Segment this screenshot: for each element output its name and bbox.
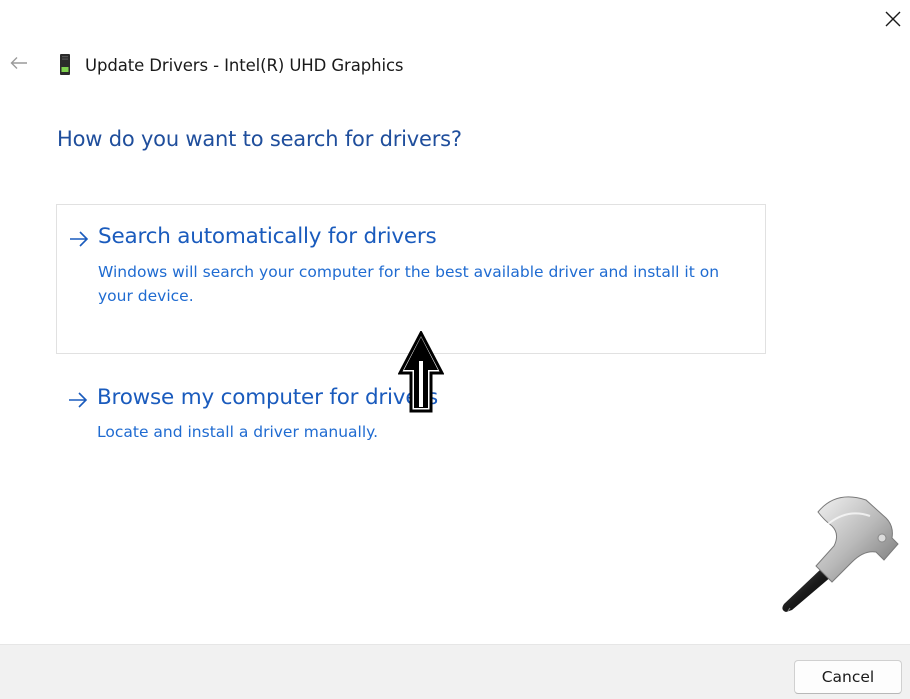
dialog-title: Update Drivers - Intel(R) UHD Graphics — [85, 55, 404, 75]
page-question: How do you want to search for drivers? — [57, 127, 462, 151]
option-description: Locate and install a driver manually. — [97, 423, 379, 441]
display-adapter-icon — [57, 53, 73, 77]
option-description: Windows will search your computer for th… — [98, 263, 720, 305]
arrow-right-icon — [70, 231, 89, 247]
up-arrow-annotation-icon — [398, 331, 444, 413]
hammer-logo-icon — [782, 496, 899, 612]
close-button[interactable] — [876, 4, 910, 34]
option-title: Search automatically for drivers — [98, 224, 437, 249]
close-icon — [885, 11, 901, 27]
option-title: Browse my computer for drivers — [97, 385, 438, 410]
cancel-button[interactable]: Cancel — [794, 660, 902, 694]
back-arrow-icon — [10, 57, 27, 69]
arrow-right-icon — [69, 392, 88, 408]
back-button[interactable] — [6, 50, 32, 76]
dialog-footer: Cancel — [0, 644, 910, 699]
dialog-header: Update Drivers - Intel(R) UHD Graphics — [57, 52, 404, 78]
update-drivers-window: Update Drivers - Intel(R) UHD Graphics H… — [0, 0, 910, 699]
